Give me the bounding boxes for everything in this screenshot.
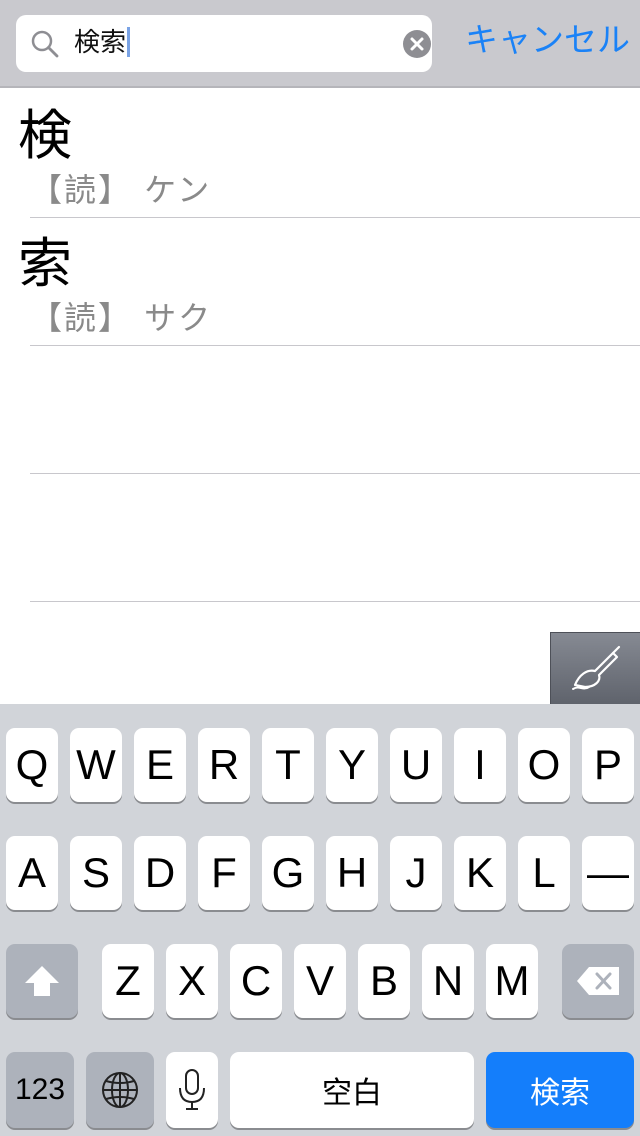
key-u[interactable]: U [390, 728, 442, 802]
numbers-key[interactable]: 123 [6, 1052, 74, 1128]
result-reading: 【読】 サク [30, 299, 213, 337]
shift-key[interactable] [6, 944, 78, 1018]
key-a[interactable]: A [6, 836, 58, 910]
keyboard: Q W E R T Y U I O P A S D F G H J K L — … [0, 704, 640, 1136]
key-o[interactable]: O [518, 728, 570, 802]
delete-icon [577, 967, 619, 995]
microphone-icon [179, 1069, 205, 1110]
key-j[interactable]: J [390, 836, 442, 910]
key-dash[interactable]: — [582, 836, 634, 910]
key-l[interactable]: L [518, 836, 570, 910]
globe-key[interactable] [86, 1052, 154, 1128]
delete-key[interactable] [562, 944, 634, 1018]
mic-key[interactable] [166, 1052, 218, 1128]
space-key[interactable]: 空白 [230, 1052, 474, 1128]
key-c[interactable]: C [230, 944, 282, 1018]
handwriting-button[interactable] [550, 632, 640, 704]
key-k[interactable]: K [454, 836, 506, 910]
clear-icon[interactable] [403, 30, 431, 58]
key-v[interactable]: V [294, 944, 346, 1018]
key-d[interactable]: D [134, 836, 186, 910]
results-list: 検 【読】 ケン 索 【読】 サク [0, 90, 640, 602]
result-row[interactable]: 検 【読】 ケン [18, 90, 640, 218]
key-w[interactable]: W [70, 728, 122, 802]
key-h[interactable]: H [326, 836, 378, 910]
key-g[interactable]: G [262, 836, 314, 910]
search-field[interactable]: 検索 [16, 15, 432, 72]
result-kanji: 検 [18, 104, 72, 167]
result-reading: 【読】 ケン [30, 171, 212, 209]
search-return-key[interactable]: 検索 [486, 1052, 634, 1128]
key-s[interactable]: S [70, 836, 122, 910]
search-icon [31, 30, 59, 58]
result-kanji: 索 [18, 232, 72, 295]
key-z[interactable]: Z [102, 944, 154, 1018]
text-cursor [127, 27, 131, 57]
key-i[interactable]: I [454, 728, 506, 802]
key-y[interactable]: Y [326, 728, 378, 802]
empty-row [30, 346, 640, 474]
key-x[interactable]: X [166, 944, 218, 1018]
shift-icon [25, 966, 59, 996]
search-query: 検索 [74, 28, 127, 58]
key-f[interactable]: F [198, 836, 250, 910]
key-b[interactable]: B [358, 944, 410, 1018]
result-row[interactable]: 索 【読】 サク [18, 218, 640, 346]
key-p[interactable]: P [582, 728, 634, 802]
search-input[interactable]: 検索 [74, 27, 131, 59]
cancel-button[interactable]: キャンセル [450, 18, 630, 62]
pen-hand-icon [572, 645, 621, 690]
key-r[interactable]: R [198, 728, 250, 802]
key-e[interactable]: E [134, 728, 186, 802]
empty-row [30, 474, 640, 602]
key-n[interactable]: N [422, 944, 474, 1018]
key-m[interactable]: M [486, 944, 538, 1018]
key-q[interactable]: Q [6, 728, 58, 802]
globe-icon [102, 1072, 138, 1108]
search-header: 検索 キャンセル [0, 0, 640, 88]
key-t[interactable]: T [262, 728, 314, 802]
